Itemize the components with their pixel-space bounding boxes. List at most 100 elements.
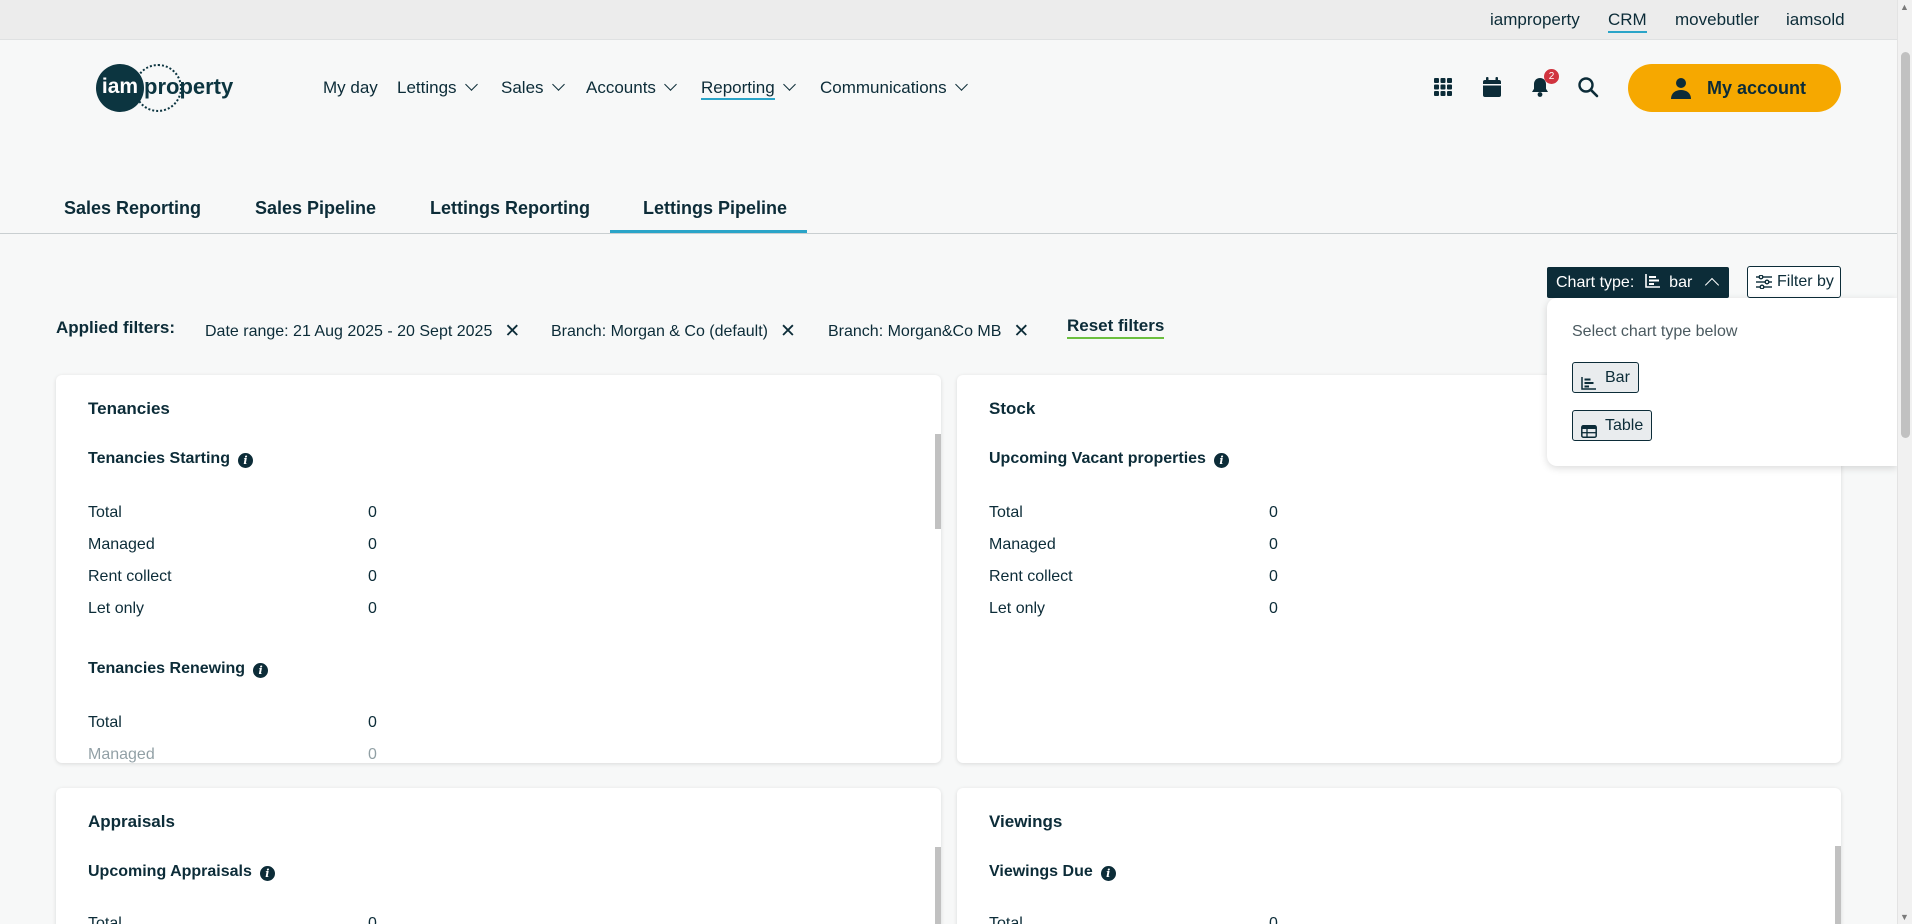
notification-badge: 2 [1544,69,1559,84]
close-icon[interactable]: ✕ [1013,320,1029,343]
page-scrollbar[interactable]: ▲ ▼ [1897,0,1912,924]
person-icon [1670,77,1692,104]
table-row: Rent collect 0 [88,568,377,586]
my-account-button[interactable]: My account [1628,64,1841,112]
option-label: Table [1605,417,1644,434]
scroll-up-arrow[interactable]: ▲ [1900,2,1909,12]
row-label: Total [88,504,122,521]
chart-type-value: bar [1669,274,1693,291]
section-title: Tenancies Starting i [88,450,253,468]
bar-chart-icon [1581,371,1596,400]
option-label: Bar [1605,369,1630,386]
card-title: Viewings [989,812,1063,831]
nav-label: Lettings [397,78,457,97]
table-icon [1581,419,1597,448]
table-icon-svg [1581,425,1597,438]
nav-item-my-day[interactable]: My day [323,78,378,98]
info-icon[interactable]: i [1100,866,1116,881]
info-icon[interactable]: i [253,663,269,678]
table-row: Total 0 [88,714,377,732]
person-icon-svg [1671,78,1691,99]
row-label: Total [88,915,122,924]
row-label: Managed [88,746,155,763]
nav-item-accounts[interactable]: Accounts [586,78,677,98]
sliders-icon-svg [1756,274,1772,290]
filter-chip-date-range: Date range: 21 Aug 2025 - 20 Sept 2025 ✕ [205,319,520,342]
chart-option-table[interactable]: Table [1572,410,1653,441]
row-value: 0 [1269,504,1278,521]
info-icon[interactable]: i [237,453,253,468]
calendar-icon[interactable] [1481,76,1505,100]
chevron-down-icon [664,78,677,91]
table-row: Total 0 [989,915,1278,924]
applied-filters-label: Applied filters: [56,318,176,337]
logo-circle: iam [96,64,144,112]
search-icon[interactable] [1577,76,1601,100]
tab-sales-reporting[interactable]: Sales Reporting [64,198,201,219]
section-title-text: Upcoming Vacant properties [989,450,1206,467]
close-icon[interactable]: ✕ [504,320,520,343]
section-title: Upcoming Vacant properties i [989,450,1229,468]
top-utility-bar: iamproperty CRM movebutler iamsold [0,0,1897,40]
filter-chip-branch-mb: Branch: Morgan&Co MB ✕ [828,319,1029,342]
row-label: Managed [989,536,1056,553]
filter-chip-branch-default: Branch: Morgan & Co (default) ✕ [551,319,796,342]
bell-icon[interactable]: 2 [1529,69,1559,100]
grid-icon[interactable] [1432,76,1456,100]
section-title-text: Tenancies Starting [88,450,230,467]
topbar-link-iamsold[interactable]: iamsold [1786,10,1845,30]
topbar-link-crm[interactable]: CRM [1608,10,1647,33]
chart-type-dropdown[interactable]: Chart type: bar [1547,267,1729,298]
topbar-link-iamproperty[interactable]: iamproperty [1490,10,1580,30]
logo-word: property [144,74,234,99]
info-icon[interactable]: i [259,866,275,881]
row-value: 0 [368,504,377,521]
row-value: 0 [1269,915,1278,924]
row-value: 0 [368,714,377,731]
active-tab-indicator [610,230,807,233]
tab-lettings-reporting[interactable]: Lettings Reporting [430,198,590,219]
topbar-link-movebutler[interactable]: movebutler [1675,10,1759,30]
card-scrollbar[interactable] [1835,846,1841,924]
scroll-down-arrow[interactable]: ▼ [1900,912,1909,922]
table-row: Total 0 [88,504,377,522]
nav-label: My day [323,78,378,97]
brand-logo[interactable]: iam property [96,64,236,114]
card-scrollbar[interactable] [935,847,941,924]
nav-item-lettings[interactable]: Lettings [397,78,478,98]
reporting-tabs: Sales Reporting Sales Pipeline Lettings … [0,188,1897,234]
card-title: Tenancies [88,399,170,418]
chevron-down-icon [782,78,796,91]
bar-chart-icon-svg [1581,377,1596,390]
row-value: 0 [368,568,377,585]
reset-filters-link[interactable]: Reset filters [1067,316,1165,339]
my-account-label: My account [1707,78,1807,98]
info-icon[interactable]: i [1213,453,1229,468]
nav-item-communications[interactable]: Communications [820,78,968,98]
row-label: Let only [88,600,145,617]
chevron-down-icon [954,78,968,91]
row-value: 0 [368,600,377,617]
chart-option-bar[interactable]: Bar [1572,362,1639,393]
nav-item-sales[interactable]: Sales [501,78,565,98]
section-title-text: Upcoming Appraisals [88,863,252,880]
filter-chip-label: Branch: Morgan&Co MB [828,323,1002,340]
filter-by-button[interactable]: Filter by [1747,266,1841,298]
chart-type-popover: Select chart type below Bar Table [1547,298,1897,466]
table-row: Total 0 [989,504,1278,522]
nav-label: Reporting [701,78,775,100]
chevron-down-icon [551,78,565,91]
row-value: 0 [1269,568,1278,585]
close-icon[interactable]: ✕ [780,320,796,343]
bar-chart-icon [1644,274,1660,288]
row-label: Total [88,714,122,731]
tab-lettings-pipeline[interactable]: Lettings Pipeline [643,198,787,219]
table-row: Managed 0 [989,536,1278,554]
card-scrollbar[interactable] [935,434,941,529]
section-title-text: Tenancies Renewing [88,660,246,677]
section-title-text: Viewings Due [989,863,1093,880]
scrollbar-thumb[interactable] [1901,52,1910,438]
tab-sales-pipeline[interactable]: Sales Pipeline [255,198,376,219]
row-label: Total [989,504,1023,521]
nav-item-reporting[interactable]: Reporting [701,78,796,100]
